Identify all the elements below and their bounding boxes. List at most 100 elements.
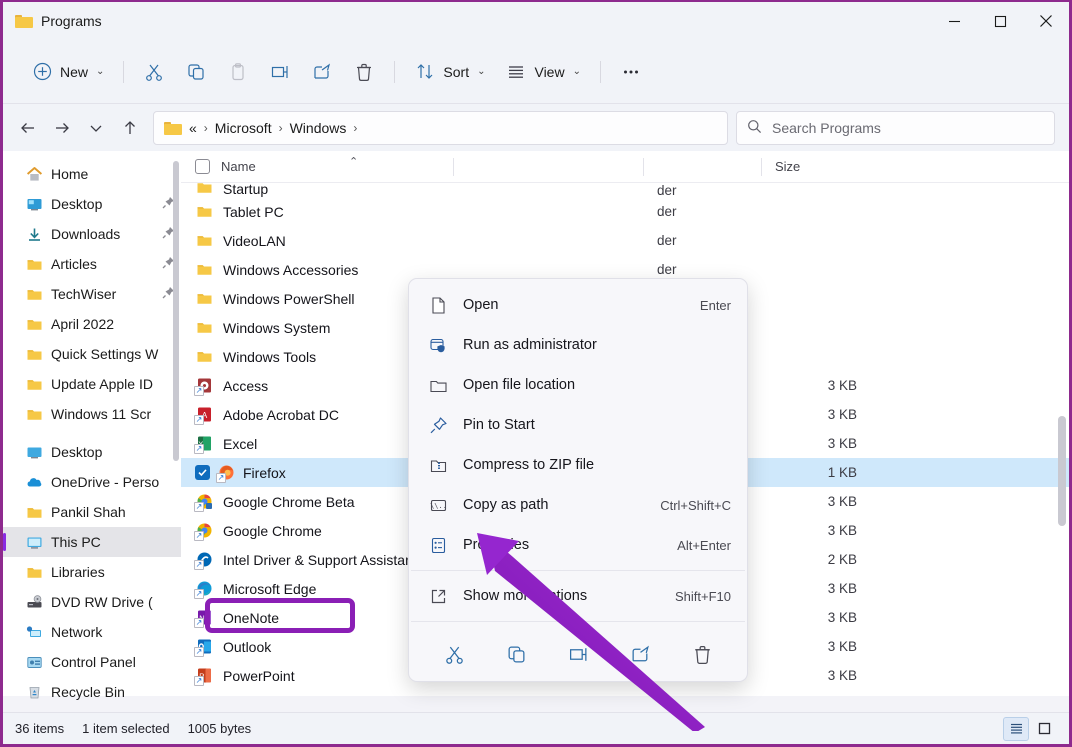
- ellipsis-icon: [620, 61, 642, 83]
- large-icons-view-button[interactable]: [1031, 717, 1057, 741]
- column-header-date[interactable]: [453, 151, 643, 183]
- context-menu: Open Enter Run as administrator Open fil…: [408, 278, 748, 682]
- close-icon[interactable]: [1023, 2, 1069, 40]
- column-header-name-label: Name: [221, 159, 256, 174]
- back-button[interactable]: [11, 111, 45, 145]
- file-list-scrollbar-thumb[interactable]: [1058, 416, 1066, 526]
- column-header-type[interactable]: [643, 151, 761, 183]
- sidebar-item-techwiser[interactable]: TechWiser: [3, 279, 181, 309]
- sidebar-item-this-pc[interactable]: This PC: [3, 527, 181, 557]
- context-menu-item-open[interactable]: Open Enter: [409, 285, 747, 325]
- cut-action[interactable]: [434, 636, 474, 672]
- file-name-label: PowerPoint: [223, 668, 295, 684]
- share-action[interactable]: [620, 636, 660, 672]
- folder-icon: [164, 121, 182, 135]
- folder-icon: [195, 202, 214, 221]
- view-button[interactable]: View ⌄: [495, 54, 590, 90]
- context-menu-item-label: Open: [463, 297, 686, 313]
- context-menu-item-properties[interactable]: Properties Alt+Enter: [409, 525, 747, 565]
- breadcrumb-item-microsoft[interactable]: Microsoft: [215, 120, 272, 136]
- rename-button[interactable]: [259, 54, 301, 90]
- table-row[interactable]: VideoLAN der: [181, 226, 1069, 255]
- sort-button[interactable]: Sort ⌄: [404, 54, 495, 90]
- folder-icon: [25, 285, 43, 303]
- sidebar-item-home[interactable]: Home: [3, 159, 181, 189]
- up-button[interactable]: [113, 111, 147, 145]
- chevron-down-icon: ⌄: [96, 66, 104, 77]
- copy-button[interactable]: [175, 54, 217, 90]
- minimize-icon[interactable]: [931, 2, 977, 40]
- breadcrumb-item-windows[interactable]: Windows: [290, 120, 347, 136]
- search-icon: [747, 119, 762, 137]
- context-menu-item-run-as-administrator[interactable]: Run as administrator: [409, 325, 747, 365]
- file-explorer-window: Programs New ⌄: [0, 0, 1072, 747]
- sidebar-item-libraries[interactable]: Libraries: [3, 557, 181, 587]
- breadcrumb-overflow[interactable]: «: [189, 120, 197, 136]
- sidebar-item-label: Downloads: [51, 226, 120, 242]
- context-menu-item-open-file-location[interactable]: Open file location: [409, 365, 747, 405]
- search-box[interactable]: Search Programs: [736, 111, 1055, 145]
- share-button[interactable]: [301, 54, 343, 90]
- select-all-checkbox[interactable]: [195, 159, 210, 174]
- sidebar-item-label: Pankil Shah: [51, 504, 126, 520]
- folder-icon: [25, 503, 43, 521]
- sidebar-item-desktop[interactable]: Desktop: [3, 189, 181, 219]
- column-header-size[interactable]: Size: [761, 151, 871, 183]
- breadcrumb-separator: ›: [353, 121, 357, 135]
- file-size-cell: [761, 342, 871, 371]
- cut-button[interactable]: [133, 54, 175, 90]
- context-menu-item-label: Pin to Start: [463, 417, 717, 433]
- file-size-cell: [761, 313, 871, 342]
- copy-action[interactable]: [496, 636, 536, 672]
- context-menu-item-compress-to-zip-file[interactable]: Compress to ZIP file: [409, 445, 747, 485]
- more-button[interactable]: [610, 54, 652, 90]
- sidebar-item-pankil-shah[interactable]: Pankil Shah: [3, 497, 181, 527]
- table-row[interactable]: Startup der: [181, 183, 1069, 197]
- forward-button[interactable]: [45, 111, 79, 145]
- context-menu-item-pin-to-start[interactable]: Pin to Start: [409, 405, 747, 445]
- column-headers: Name ⌃ Size: [181, 151, 1069, 183]
- sidebar-item-april-2022[interactable]: April 2022: [3, 309, 181, 339]
- share-icon: [311, 61, 333, 83]
- sidebar-scrollbar-thumb[interactable]: [173, 161, 179, 461]
- folder-icon: [15, 14, 33, 28]
- recent-locations-button[interactable]: [79, 111, 113, 145]
- chrome-icon: [195, 521, 214, 540]
- file-name-cell: Startup: [181, 183, 453, 197]
- plus-circle-icon: [31, 61, 53, 83]
- sidebar-item-quick-settings[interactable]: Quick Settings W: [3, 339, 181, 369]
- details-view-button[interactable]: [1003, 717, 1029, 741]
- sidebar-item-windows-11-scr[interactable]: Windows 11 Scr: [3, 399, 181, 429]
- window-title: Programs: [41, 13, 102, 29]
- table-row[interactable]: P Publisher 12/29/2021 3:59 PM Shortcut …: [181, 690, 1069, 696]
- context-menu-item-show-more-options[interactable]: Show more options Shift+F10: [409, 576, 747, 616]
- breadcrumb[interactable]: « › Microsoft › Windows ›: [153, 111, 728, 145]
- delete-button[interactable]: [343, 54, 385, 90]
- new-button[interactable]: New ⌄: [21, 54, 114, 90]
- sidebar-item-network[interactable]: Network: [3, 617, 181, 647]
- firefox-icon: [217, 463, 236, 482]
- delete-action[interactable]: [682, 636, 722, 672]
- paste-button[interactable]: [217, 54, 259, 90]
- search-input[interactable]: Search Programs: [772, 120, 881, 136]
- sidebar-item-desktop-root[interactable]: Desktop: [3, 437, 181, 467]
- navigation-pane: Home Desktop Downloads: [3, 151, 181, 696]
- column-header-name[interactable]: Name ⌃: [181, 151, 453, 183]
- sidebar-item-update-apple-id[interactable]: Update Apple ID: [3, 369, 181, 399]
- rename-action[interactable]: [558, 636, 598, 672]
- row-checkbox[interactable]: [195, 465, 210, 480]
- file-date-cell: 12/29/2021 3:59 PM: [453, 690, 643, 696]
- sidebar-item-dvd-rw-drive[interactable]: DVD RW Drive (: [3, 587, 181, 617]
- folder-icon: [195, 289, 214, 308]
- file-name-label: Windows PowerShell: [223, 291, 355, 307]
- sidebar-item-control-panel[interactable]: Control Panel: [3, 647, 181, 677]
- sidebar-item-recycle-bin[interactable]: Recycle Bin: [3, 677, 181, 707]
- sidebar-item-onedrive[interactable]: OneDrive - Perso: [3, 467, 181, 497]
- file-size-cell: 3 KB: [761, 516, 871, 545]
- sidebar-item-articles[interactable]: Articles: [3, 249, 181, 279]
- maximize-icon[interactable]: [977, 2, 1023, 40]
- context-menu-item-copy-as-path[interactable]: \\.. Copy as path Ctrl+Shift+C: [409, 485, 747, 525]
- sidebar-item-label: Quick Settings W: [51, 346, 158, 362]
- table-row[interactable]: Tablet PC der: [181, 197, 1069, 226]
- sidebar-item-downloads[interactable]: Downloads: [3, 219, 181, 249]
